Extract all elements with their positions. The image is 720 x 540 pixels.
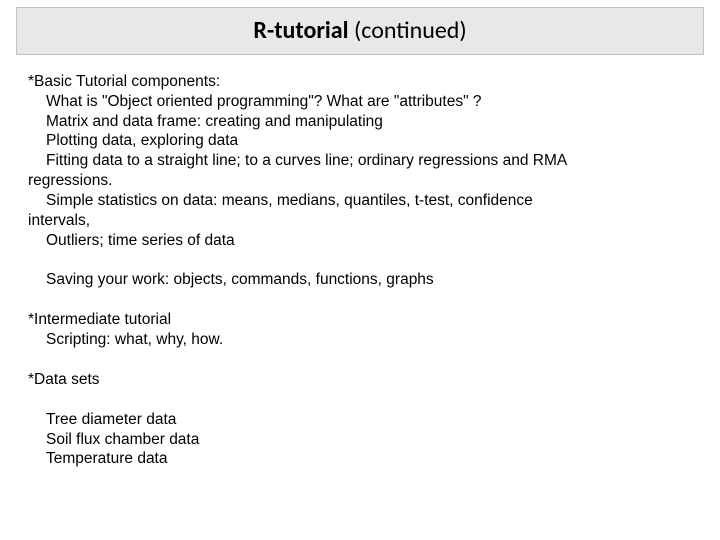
title-bold: R-tutorial [253, 16, 348, 45]
line-stats: Simple statistics on data: means, median… [28, 191, 692, 211]
line-outliers: Outliers; time series of data [28, 231, 692, 251]
line-scripting: Scripting: what, why, how. [28, 330, 692, 350]
blank-1 [28, 250, 692, 270]
title-bar: R-tutorial (continued) [16, 7, 704, 55]
line-temperature: Temperature data [28, 449, 692, 469]
line-intermediate-heading: *Intermediate tutorial [28, 310, 692, 330]
line-oop: What is "Object oriented programming"? W… [28, 92, 692, 112]
line-intervals: intervals, [28, 211, 692, 231]
line-matrix: Matrix and data frame: creating and mani… [28, 112, 692, 132]
blank-2 [28, 290, 692, 310]
line-datasets-heading: *Data sets [28, 370, 692, 390]
line-tree: Tree diameter data [28, 410, 692, 430]
title-rest: (continued) [349, 16, 467, 45]
line-saving: Saving your work: objects, commands, fun… [28, 270, 692, 290]
line-soil: Soil flux chamber data [28, 430, 692, 450]
blank-3 [28, 350, 692, 370]
line-basic-heading: *Basic Tutorial components: [28, 72, 692, 92]
slide: R-tutorial (continued) *Basic Tutorial c… [0, 0, 720, 540]
line-regressions: regressions. [28, 171, 692, 191]
blank-4 [28, 390, 692, 410]
line-plotting: Plotting data, exploring data [28, 131, 692, 151]
line-fitting: Fitting data to a straight line; to a cu… [28, 151, 692, 171]
body-text: *Basic Tutorial components: What is "Obj… [28, 72, 692, 469]
